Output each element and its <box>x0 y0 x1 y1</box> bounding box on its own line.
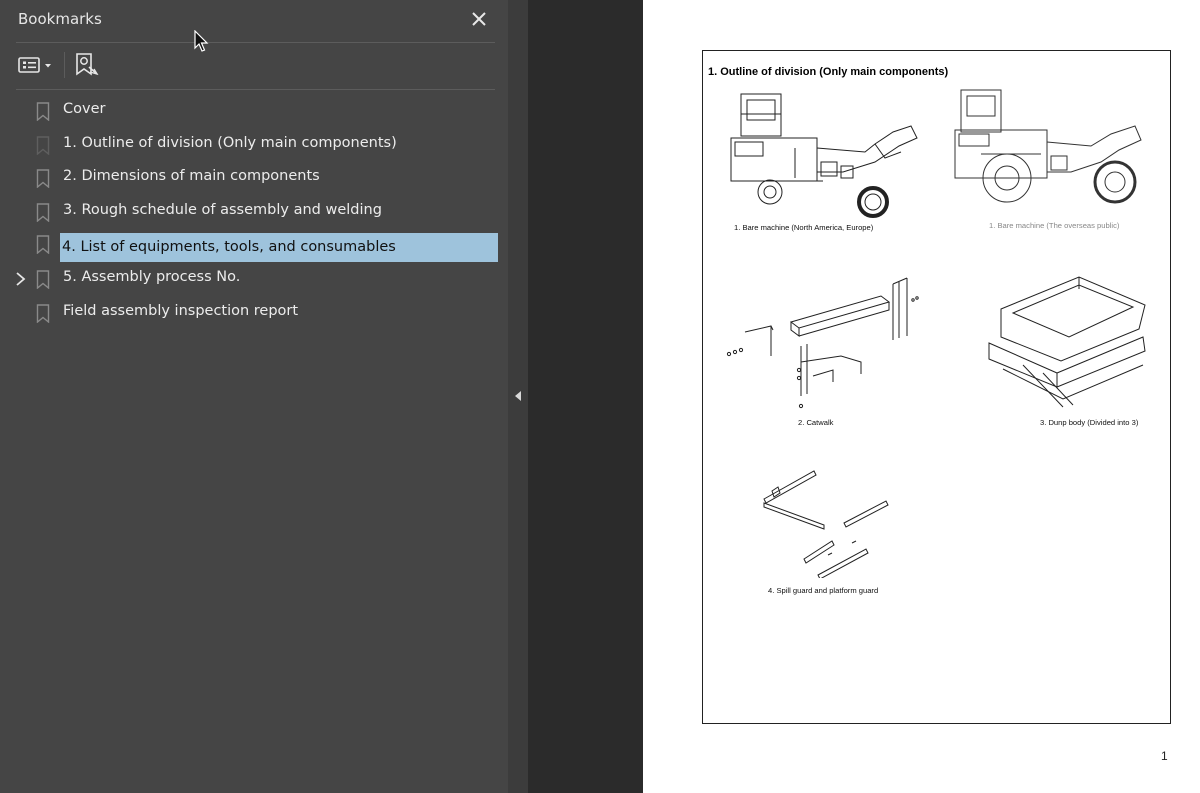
figure-caption: 3. Dunp body (Divided into 3) <box>1040 418 1139 427</box>
panel-title: Bookmarks <box>18 10 102 28</box>
bookmark-item-equipment-list[interactable]: 4. List of equipments, tools, and consum… <box>0 233 508 263</box>
bookmark-item-outline[interactable]: 1. Outline of division (Only main compon… <box>0 130 508 160</box>
bookmark-icon <box>36 169 50 188</box>
document-canvas <box>528 0 643 793</box>
bookmark-options-button[interactable] <box>18 52 54 78</box>
bare-machine-overseas-drawing <box>954 89 1142 204</box>
bookmark-item-inspection-report[interactable]: Field assembly inspection report <box>0 298 508 328</box>
toolbar-divider <box>16 89 495 90</box>
bookmark-item-cover[interactable]: Cover <box>0 96 508 126</box>
page-number: 1 <box>1161 749 1168 763</box>
bookmark-options-icon <box>18 57 51 73</box>
bookmark-label: Field assembly inspection report <box>63 303 299 319</box>
figure-caption: 4. Spill guard and platform guard <box>768 586 879 595</box>
page-frame: 1. Outline of division (Only main compon… <box>702 50 1171 724</box>
find-current-bookmark-button[interactable] <box>74 52 100 78</box>
bookmark-label: 5. Assembly process No. <box>63 269 241 285</box>
bookmark-item-schedule[interactable]: 3. Rough schedule of assembly and weldin… <box>0 197 508 227</box>
chevron-right-icon[interactable] <box>13 270 29 288</box>
bookmark-label: 4. List of equipments, tools, and consum… <box>60 233 498 262</box>
bare-machine-na-eu-drawing <box>730 93 918 218</box>
find-current-bookmark-icon <box>76 53 99 76</box>
bookmarks-panel: Bookmarks Cover 1. Outline of division (… <box>0 0 508 793</box>
bookmark-label: 3. Rough schedule of assembly and weldin… <box>63 202 382 218</box>
header-divider <box>16 42 495 43</box>
toolbar-separator <box>64 52 65 78</box>
collapse-panel-icon[interactable] <box>513 388 523 404</box>
spill-guard-drawing <box>763 470 889 578</box>
document-page: 1. Outline of division (Only main compon… <box>643 0 1200 793</box>
bookmark-icon <box>36 203 50 222</box>
bookmark-icon <box>36 235 50 254</box>
bookmark-item-assembly-process[interactable]: 5. Assembly process No. <box>0 264 508 294</box>
bookmark-label: 1. Outline of division (Only main compon… <box>63 135 397 151</box>
mouse-cursor-icon <box>194 30 209 52</box>
bookmark-icon <box>36 102 50 121</box>
catwalk-drawing <box>726 277 919 409</box>
bookmark-icon <box>36 304 50 323</box>
dump-body-drawing <box>988 276 1146 408</box>
page-heading: 1. Outline of division (Only main compon… <box>708 66 949 78</box>
bookmark-item-dimensions[interactable]: 2. Dimensions of main components <box>0 163 508 193</box>
bookmark-icon <box>36 270 50 289</box>
bookmark-label: 2. Dimensions of main components <box>63 168 320 184</box>
figure-caption: 1. Bare machine (North America, Europe) <box>734 223 874 232</box>
close-panel-button[interactable] <box>466 6 492 32</box>
close-icon <box>472 12 486 26</box>
bookmark-icon <box>36 136 50 155</box>
bookmark-label: Cover <box>63 101 106 117</box>
figure-caption: 2. Catwalk <box>798 418 834 427</box>
figure-caption: 1. Bare machine (The overseas public) <box>989 221 1120 230</box>
